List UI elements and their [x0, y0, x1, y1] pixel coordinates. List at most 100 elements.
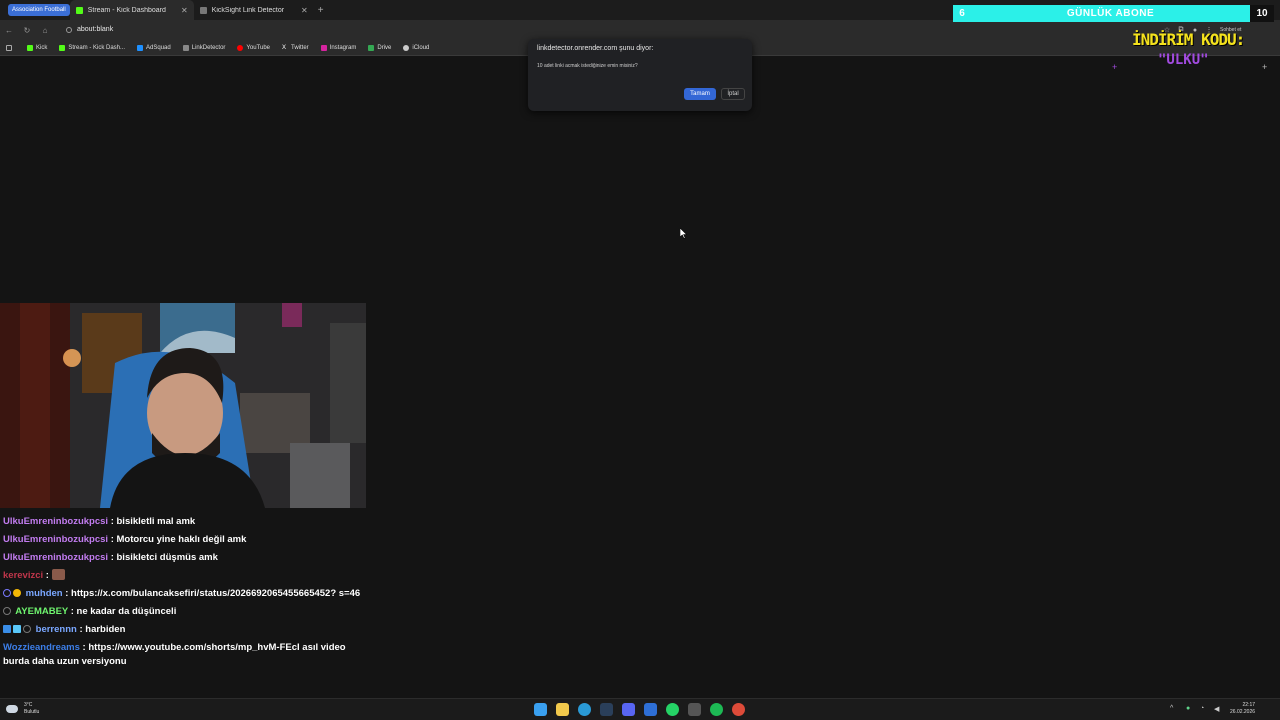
- tray-chevron-icon[interactable]: ^: [1170, 705, 1173, 712]
- url-text: about:blank: [77, 26, 114, 33]
- chat-message: kerevizci :: [3, 569, 373, 583]
- address-bar[interactable]: about:blank: [60, 23, 1160, 37]
- bookmark-item[interactable]: Stream - Kick Dash...: [59, 44, 126, 51]
- bookmark-label: AdSquad: [146, 44, 171, 51]
- whatsapp-icon[interactable]: [666, 703, 679, 716]
- wifi-icon[interactable]: ◔: [1200, 705, 1204, 712]
- kick-icon: [59, 44, 66, 51]
- bookmark-item[interactable]: LinkDetector: [182, 44, 226, 51]
- home-icon[interactable]: ⌂: [36, 26, 54, 35]
- bookmark-item[interactable]: Instagram: [320, 44, 356, 51]
- minimized-app-icon[interactable]: [688, 703, 701, 716]
- chat-message: berrennn : harbiden: [3, 623, 373, 637]
- promo-code: "ULKU": [1158, 52, 1209, 68]
- new-tab-icon[interactable]: +: [318, 5, 324, 16]
- chat-text: : https://x.com/bulancaksefiri/status/20…: [65, 588, 361, 599]
- chat-message: muhden : https://x.com/bulancaksefiri/st…: [3, 587, 373, 601]
- kick-icon: [75, 6, 83, 14]
- chat-username: UlkuEmreninbozukpcsi: [3, 534, 109, 545]
- back-icon[interactable]: ←: [0, 26, 18, 35]
- app-icon[interactable]: [644, 703, 657, 716]
- badge-icon: [13, 625, 21, 633]
- x-icon: X: [282, 44, 287, 51]
- weather-widget[interactable]: 3°C Bulutlu: [24, 702, 39, 716]
- chat-username: AYEMABEY: [15, 606, 69, 617]
- chat-username: UlkuEmreninbozukpcsi: [3, 552, 109, 563]
- chat-username: kerevizci: [3, 570, 44, 581]
- bookmark-item[interactable]: AdSquad: [137, 44, 171, 51]
- mic-icon[interactable]: ●: [1186, 705, 1190, 712]
- system-clock[interactable]: 22:17 26.02.2026: [1230, 702, 1255, 716]
- bookmark-item[interactable]: Kick: [27, 44, 47, 51]
- clock-time: 22:17: [1242, 702, 1256, 708]
- windows-start-icon[interactable]: [534, 703, 547, 716]
- spotify-icon[interactable]: [710, 703, 723, 716]
- steam-icon[interactable]: [600, 703, 613, 716]
- emote-icon: [51, 569, 65, 580]
- youtube-icon: [237, 44, 244, 51]
- weather-desc: Bulutlu: [24, 709, 40, 715]
- chat-username: berrennn: [35, 624, 77, 635]
- bookmark-item[interactable]: iCloud: [403, 44, 430, 51]
- cancel-button[interactable]: İptal: [721, 88, 745, 100]
- bookmark-apps[interactable]: [6, 44, 15, 51]
- reload-icon[interactable]: ↻: [18, 26, 36, 35]
- chat-text: : bisikletci düşmüs amk: [110, 552, 218, 563]
- bookmark-item[interactable]: YouTube: [237, 44, 270, 51]
- file-explorer-icon[interactable]: [556, 703, 569, 716]
- clock-date: 26.02.2026: [1230, 709, 1256, 715]
- sub-goal-current: 6: [959, 8, 965, 19]
- confirm-dialog: linkdetector.onrender.com şunu diyor: 10…: [528, 39, 752, 111]
- chat-username: muhden: [25, 588, 63, 599]
- mouse-cursor-icon: [680, 228, 688, 239]
- webcam-feed: [0, 303, 366, 508]
- tab-label: KickSight Link Detector: [211, 6, 285, 14]
- tab-link-detector[interactable]: KickSight Link Detector ✕: [194, 0, 314, 20]
- chrome-icon[interactable]: [732, 703, 745, 716]
- chat-message: UlkuEmreninbozukpcsi : bisikletci düşmüs…: [3, 551, 373, 565]
- chat-text: : bisikletli mal amk: [110, 516, 196, 527]
- close-tab-icon[interactable]: ✕: [181, 6, 188, 15]
- info-icon[interactable]: [66, 27, 72, 33]
- bookmark-label: iCloud: [412, 44, 430, 51]
- tab-kick-dashboard[interactable]: Stream - Kick Dashboard ✕: [69, 0, 194, 20]
- sparkle-icon: +: [1262, 62, 1268, 72]
- tab-group-label[interactable]: Association Football: [8, 4, 70, 16]
- bookmark-label: Drive: [377, 44, 392, 51]
- tab-label: Stream - Kick Dashboard: [87, 6, 166, 14]
- instagram-icon: [320, 44, 327, 51]
- chat-message: AYEMABEY : ne kadar da düşünceli: [3, 605, 373, 619]
- apple-icon: [403, 44, 410, 51]
- cloud-icon: [6, 705, 18, 713]
- ok-button[interactable]: Tamam: [684, 88, 716, 100]
- discord-icon[interactable]: [622, 703, 635, 716]
- bookmark-label: LinkDetector: [191, 44, 226, 51]
- chat-text: : ne kadar da düşünceli: [70, 606, 177, 617]
- bookmark-label: Twitter: [291, 44, 309, 51]
- sparkle-icon: +: [1112, 62, 1118, 72]
- screen: Association Football Stream - Kick Dashb…: [0, 0, 1280, 720]
- bookmark-label: YouTube: [246, 44, 270, 51]
- bookmark-item[interactable]: X Twitter: [282, 45, 309, 51]
- badge-icon: [3, 607, 11, 615]
- kick-icon: [27, 44, 33, 51]
- volume-icon[interactable]: ◀: [1214, 705, 1219, 713]
- promo-title: İNDİRİM KODU:: [1132, 30, 1245, 49]
- drive-icon: [368, 44, 375, 51]
- close-tab-icon[interactable]: ✕: [301, 6, 308, 15]
- dialog-message: 10 adet linki acmak istediğinize emin mi…: [537, 63, 638, 69]
- webcam-image: [0, 303, 366, 508]
- page-icon: [182, 44, 189, 51]
- apps-icon: [6, 44, 12, 51]
- bookmark-label: Stream - Kick Dash...: [68, 44, 126, 51]
- chat-text: : harbiden: [79, 624, 126, 635]
- edge-icon[interactable]: [578, 703, 591, 716]
- chat-message: UlkuEmreninbozukpcsi : bisikletli mal am…: [3, 515, 373, 529]
- chat-text: : Motorcu yine haklı değil amk: [110, 534, 247, 545]
- bookmark-item[interactable]: Drive: [368, 44, 392, 51]
- chat-overlay: UlkuEmreninbozukpcsi : bisikletli mal am…: [3, 515, 373, 673]
- chat-text: :: [45, 570, 49, 581]
- dialog-title: linkdetector.onrender.com şunu diyor:: [537, 45, 654, 52]
- chat-username: Wozzieandreams: [3, 642, 80, 653]
- page-icon: [199, 6, 207, 14]
